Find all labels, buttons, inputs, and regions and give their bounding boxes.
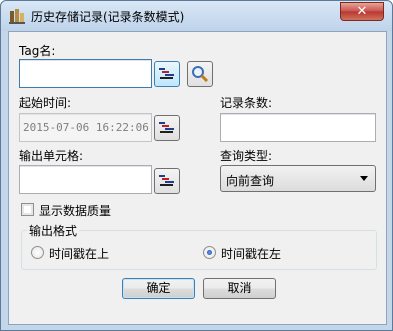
tag-picker-icon [159,122,174,133]
tag-picker-icon [159,68,174,79]
tag-label: Tag名: [19,44,56,58]
window-title: 历史存储记录(记录条数模式) [31,10,185,24]
dialog-window: 历史存储记录(记录条数模式) ✕ Tag名: 起始时间: 2015-07-06 … [0,0,393,331]
close-button[interactable]: ✕ [340,2,384,21]
query-type-select[interactable]: 向前查询 [220,165,376,192]
record-count-label: 记录条数: [220,96,273,110]
output-cell-pick-button[interactable] [154,168,180,194]
dialog-client-area: Tag名: 起始时间: 2015-07-06 16:22:06 记录条数: 输出… [8,31,387,325]
start-time-input[interactable]: 2015-07-06 16:22:06 [19,113,152,142]
chevron-down-icon [360,176,368,181]
output-cell-label: 输出单元格: [19,149,84,163]
radio-timestamp-left[interactable] [203,246,216,259]
tag-picker-icon [159,175,174,186]
start-time-label: 起始时间: [19,96,72,110]
show-quality-checkbox[interactable] [21,203,34,216]
radio-timestamp-top-label: 时间戳在上 [49,247,110,261]
query-type-value: 向前查询 [226,174,275,188]
cancel-button[interactable]: 取消 [203,278,276,299]
radio-timestamp-left-label: 时间戳在左 [221,247,282,261]
title-bar[interactable]: 历史存储记录(记录条数模式) ✕ [1,1,392,31]
magnifier-icon [192,66,209,82]
app-icon [9,9,25,24]
output-cell-input[interactable] [19,165,152,194]
start-time-pick-button[interactable] [154,115,180,141]
radio-timestamp-top[interactable] [31,246,44,259]
query-type-label: 查询类型: [220,149,273,163]
ok-button[interactable]: 确定 [122,278,195,299]
tag-input[interactable] [19,59,152,88]
record-count-input[interactable] [220,113,376,142]
tag-pick-button[interactable] [154,61,180,87]
show-quality-label: 显示数据质量 [39,204,112,218]
search-button[interactable] [187,61,213,87]
output-format-title: 输出格式 [27,222,80,239]
